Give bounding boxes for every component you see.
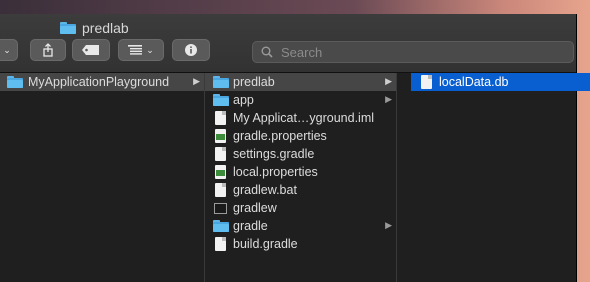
folder-icon <box>213 94 229 106</box>
list-item[interactable]: settings.gradle <box>205 145 396 163</box>
list-item[interactable]: gradle ▶ <box>205 217 396 235</box>
list-item[interactable]: gradle.properties <box>205 127 396 145</box>
window-title-label: predlab <box>82 20 129 36</box>
share-button[interactable] <box>30 39 66 61</box>
list-item[interactable]: local.properties <box>205 163 396 181</box>
list-item-label: build.gradle <box>233 237 298 251</box>
tag-icon <box>82 45 99 55</box>
search-icon <box>261 46 273 58</box>
terminal-executable-icon <box>214 203 227 214</box>
list-item[interactable]: build.gradle <box>205 235 396 253</box>
list-item-label: gradlew.bat <box>233 183 297 197</box>
list-item[interactable]: gradlew <box>205 199 396 217</box>
finder-window: predlab ⌄ ⌄ Search MyApplicationPlaygrou… <box>0 14 590 282</box>
list-item[interactable]: localData.db <box>411 73 590 91</box>
list-item-label: predlab <box>233 75 275 89</box>
list-item-label: gradle.properties <box>233 129 327 143</box>
list-item-label: settings.gradle <box>233 147 315 161</box>
list-item-label: local.properties <box>233 165 318 179</box>
list-item[interactable]: gradlew.bat <box>205 181 396 199</box>
search-input[interactable] <box>279 43 563 61</box>
document-icon <box>215 237 226 251</box>
chevron-right-icon: ▶ <box>193 76 200 86</box>
chevron-right-icon: ▶ <box>385 76 392 86</box>
column-2: predlab ▶ app ▶ My Applicat…yground.iml … <box>205 73 397 282</box>
folder-icon <box>7 76 23 88</box>
list-item[interactable]: My Applicat…yground.iml <box>205 109 396 127</box>
chevron-down-icon: ⌄ <box>3 44 11 55</box>
view-dropdown-button[interactable]: ⌄ <box>0 39 18 61</box>
document-icon <box>421 75 432 89</box>
folder-icon <box>213 220 229 232</box>
group-dropdown-button[interactable]: ⌄ <box>118 39 164 61</box>
list-item-label: gradle <box>233 219 268 233</box>
list-item-label: localData.db <box>439 75 509 89</box>
list-item-label: gradlew <box>233 201 277 215</box>
column-3: localData.db <box>397 73 590 282</box>
list-item[interactable]: predlab ▶ <box>205 73 396 91</box>
tag-button[interactable] <box>72 39 110 61</box>
share-icon <box>43 43 53 57</box>
chevron-down-icon: ⌄ <box>146 44 154 55</box>
list-icon <box>128 45 143 55</box>
info-button[interactable] <box>172 39 210 61</box>
list-item[interactable]: MyApplicationPlayground ▶ <box>0 73 204 91</box>
properties-file-icon <box>215 165 226 179</box>
folder-icon <box>60 22 76 34</box>
list-item-label: MyApplicationPlayground <box>28 75 170 89</box>
column-1: MyApplicationPlayground ▶ <box>0 73 205 282</box>
document-icon <box>215 147 226 161</box>
chevron-right-icon: ▶ <box>385 220 392 230</box>
document-icon <box>215 111 226 125</box>
list-item[interactable]: app ▶ <box>205 91 396 109</box>
window-title: predlab <box>60 18 129 38</box>
chevron-right-icon: ▶ <box>385 94 392 104</box>
toolbar: predlab ⌄ ⌄ <box>0 14 576 73</box>
document-icon <box>215 183 226 197</box>
list-item-label: My Applicat…yground.iml <box>233 111 375 125</box>
search-field[interactable] <box>252 41 574 63</box>
list-item-label: app <box>233 93 254 107</box>
info-icon <box>185 44 197 56</box>
properties-file-icon <box>215 129 226 143</box>
folder-icon <box>213 76 229 88</box>
